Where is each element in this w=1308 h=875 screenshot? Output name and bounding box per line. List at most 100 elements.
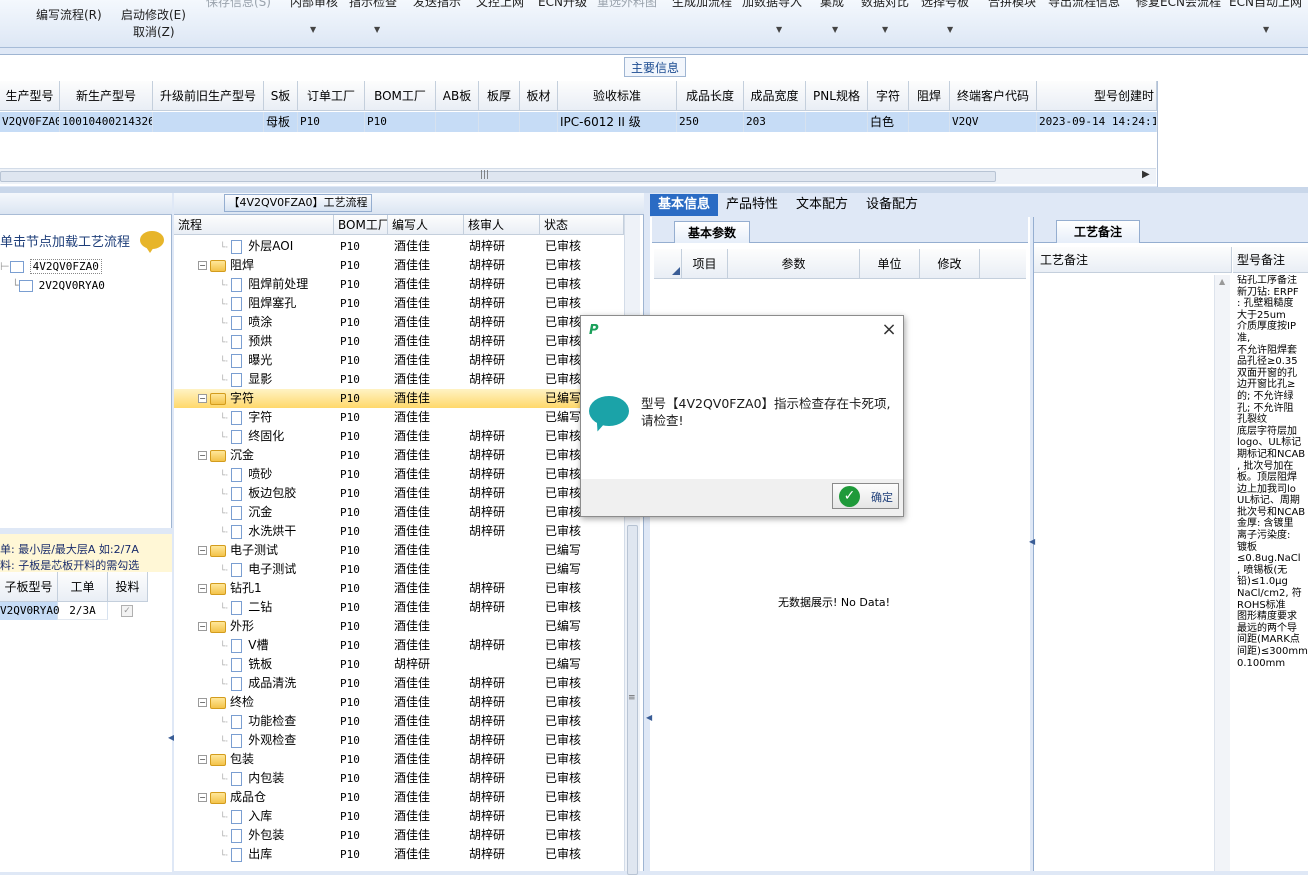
scroll-right-icon[interactable]: ▶ [1142, 169, 1150, 180]
main-row-standard[interactable]: IPC-6012 II 级 [558, 112, 677, 132]
main-row-thickness[interactable] [479, 112, 520, 132]
col-header-13[interactable]: 字符 [868, 81, 909, 111]
col-header-2[interactable]: 升级前旧生产型号 [153, 81, 264, 111]
process-row[interactable]: − 外形 P10 酒佳佳 已编写 [174, 617, 624, 636]
toolbar-btn-11[interactable]: 选择号板 [921, 0, 969, 10]
main-row-length[interactable]: 250 [677, 112, 744, 132]
toolbar-btn-2[interactable]: 指示检查 [349, 0, 397, 10]
sub-row-order[interactable]: 2/3A [58, 602, 108, 620]
process-row[interactable]: └· 曝光 P10 酒佳佳 胡梓研 已审核 [174, 351, 624, 370]
process-row[interactable]: └· 外包装 P10 酒佳佳 胡梓研 已审核 [174, 826, 624, 845]
process-row[interactable]: └· 功能检查 P10 酒佳佳 胡梓研 已审核 [174, 712, 624, 731]
toolbar-left-1[interactable]: 启动修改(E) [121, 6, 186, 23]
tree-node-root[interactable]: ⊢ 4V2QV0FZA0 [0, 257, 102, 276]
process-row[interactable]: └· 二钻 P10 酒佳佳 胡梓研 已审核 [174, 598, 624, 617]
process-row[interactable]: └· V槽 P10 酒佳佳 胡梓研 已审核 [174, 636, 624, 655]
process-row[interactable]: └· 沉金 P10 酒佳佳 胡梓研 已审核 [174, 503, 624, 522]
toolbar-btn-14[interactable]: 修复ECN会流程 [1136, 0, 1221, 10]
process-row[interactable]: − 钻孔1 P10 酒佳佳 胡梓研 已审核 [174, 579, 624, 598]
toolbar-btn-10[interactable]: 数据对比 [861, 0, 909, 10]
toolbar-btn-13[interactable]: 导出流程信息 [1048, 0, 1120, 10]
toolbar-left-0[interactable]: 编写流程(R) [36, 6, 102, 23]
collapse-toggle-icon[interactable]: − [198, 261, 207, 270]
toolbar-btn-1[interactable]: 内部审核 [290, 0, 338, 10]
collapse-toggle-icon[interactable]: − [198, 698, 207, 707]
col-header-8[interactable]: 板材 [520, 81, 558, 111]
toolbar-btn-7[interactable]: 生成加流程 [672, 0, 732, 10]
proc-col-2[interactable]: 编写人 [388, 215, 464, 235]
main-row-material[interactable] [520, 112, 558, 132]
col-header-14[interactable]: 阻焊 [909, 81, 950, 111]
collapse-icon[interactable]: ◀ [646, 713, 652, 722]
tab-equipment-recipe[interactable]: 设备配方 [860, 194, 924, 216]
col-sub-model[interactable]: 子板型号 [0, 572, 58, 602]
collapse-toggle-icon[interactable]: − [198, 394, 207, 403]
process-row[interactable]: └· 喷砂 P10 酒佳佳 胡梓研 已审核 [174, 465, 624, 484]
process-row[interactable]: └· 成品清洗 P10 酒佳佳 胡梓研 已审核 [174, 674, 624, 693]
horizontal-scrollbar[interactable]: ||| ▶ [0, 168, 1156, 184]
tab-basic-info[interactable]: 基本信息 [650, 194, 718, 216]
toolbar-btn-0[interactable]: 保存信息(S) [206, 0, 271, 10]
main-row-new_model[interactable]: 10010400214326 [60, 112, 153, 132]
process-row[interactable]: └· 显影 P10 酒佳佳 胡梓研 已审核 [174, 370, 624, 389]
collapse-toggle-icon[interactable]: − [198, 451, 207, 460]
dropdown-arrow-icon[interactable]: ▼ [776, 25, 782, 34]
dropdown-arrow-icon[interactable]: ▼ [1263, 25, 1269, 34]
process-row[interactable]: − 阻焊 P10 酒佳佳 胡梓研 已审核 [174, 256, 624, 275]
col-item[interactable]: 项目 [682, 249, 728, 279]
process-row[interactable]: └· 外观检查 P10 酒佳佳 胡梓研 已审核 [174, 731, 624, 750]
main-row-bom_factory[interactable]: P10 [365, 112, 436, 132]
col-header-4[interactable]: 订单工厂 [298, 81, 365, 111]
process-row[interactable]: └· 水洗烘干 P10 酒佳佳 胡梓研 已审核 [174, 522, 624, 541]
tree-node-child[interactable]: └ 2V2QV0RYA0 [12, 276, 105, 295]
collapse-remarks-icon[interactable]: ◀ [1029, 537, 1035, 546]
ok-button[interactable]: ✓ 确定 [832, 483, 899, 509]
dropdown-arrow-icon[interactable]: ▼ [947, 25, 953, 34]
toolbar-btn-12[interactable]: 合拼模块 [988, 0, 1036, 10]
process-row[interactable]: └· 内包装 P10 酒佳佳 胡梓研 已审核 [174, 769, 624, 788]
process-row[interactable]: − 终检 P10 酒佳佳 胡梓研 已审核 [174, 693, 624, 712]
process-row[interactable]: − 沉金 P10 酒佳佳 胡梓研 已审核 [174, 446, 624, 465]
dropdown-arrow-icon[interactable]: ▼ [310, 25, 316, 34]
main-row-pnl[interactable] [806, 112, 868, 132]
main-row-s_board[interactable]: 母板 [264, 112, 298, 132]
sub-row-model[interactable]: V2QV0RYA0 [0, 602, 60, 620]
col-header-3[interactable]: S板 [264, 81, 298, 111]
col-header-6[interactable]: AB板 [436, 81, 479, 111]
dropdown-arrow-icon[interactable]: ▼ [832, 25, 838, 34]
main-row-created[interactable]: 2023-09-14 14:24:12 [1037, 112, 1157, 132]
process-row[interactable]: └· 字符 P10 酒佳佳 已编写 [174, 408, 624, 427]
col-header-10[interactable]: 成品长度 [677, 81, 744, 111]
main-row-ab[interactable] [436, 112, 479, 132]
col-header-5[interactable]: BOM工厂 [365, 81, 436, 111]
process-row[interactable]: └· 入库 P10 酒佳佳 胡梓研 已审核 [174, 807, 624, 826]
process-row[interactable]: − 成品仓 P10 酒佳佳 胡梓研 已审核 [174, 788, 624, 807]
col-header-0[interactable]: 生产型号 [0, 81, 60, 111]
dropdown-arrow-icon[interactable]: ▼ [882, 25, 888, 34]
toolbar-btn-4[interactable]: 文控上网 [476, 0, 524, 10]
process-row[interactable]: − 包装 P10 酒佳佳 胡梓研 已审核 [174, 750, 624, 769]
tab-process-remarks[interactable]: 工艺备注 [1056, 220, 1140, 243]
toolbar-btn-9[interactable]: 集成 [820, 0, 844, 10]
process-row[interactable]: └· 电子测试 P10 酒佳佳 已编写 [174, 560, 624, 579]
col-unit[interactable]: 单位 [860, 249, 920, 279]
subtab-basic-params[interactable]: 基本参数 [674, 221, 750, 243]
process-row[interactable]: └· 预烘 P10 酒佳佳 胡梓研 已审核 [174, 332, 624, 351]
toolbar-btn-15[interactable]: ECN自动上网 [1229, 0, 1302, 10]
main-row-char[interactable]: 白色 [868, 112, 909, 132]
col-param[interactable]: 参数 [728, 249, 860, 279]
col-header-12[interactable]: PNL规格 [806, 81, 868, 111]
main-row-customer[interactable]: V2QV [950, 112, 1037, 132]
col-header-11[interactable]: 成品宽度 [744, 81, 806, 111]
toolbar-btn-5[interactable]: ECN升级 [538, 0, 587, 10]
main-row-model[interactable]: V2QV0FZA0 [0, 112, 60, 132]
process-row[interactable]: └· 出库 P10 酒佳佳 胡梓研 已审核 [174, 845, 624, 864]
proc-col-0[interactable]: 流程 [174, 215, 334, 235]
collapse-toggle-icon[interactable]: − [198, 622, 207, 631]
col-header-7[interactable]: 板厚 [479, 81, 520, 111]
main-row-order_factory[interactable]: P10 [298, 112, 365, 132]
col-header-1[interactable]: 新生产型号 [60, 81, 153, 111]
col-header-15[interactable]: 终端客户代码 [950, 81, 1037, 111]
col-modify[interactable]: 修改 [920, 249, 980, 279]
vertical-scrollbar[interactable]: ≡ [624, 215, 640, 875]
